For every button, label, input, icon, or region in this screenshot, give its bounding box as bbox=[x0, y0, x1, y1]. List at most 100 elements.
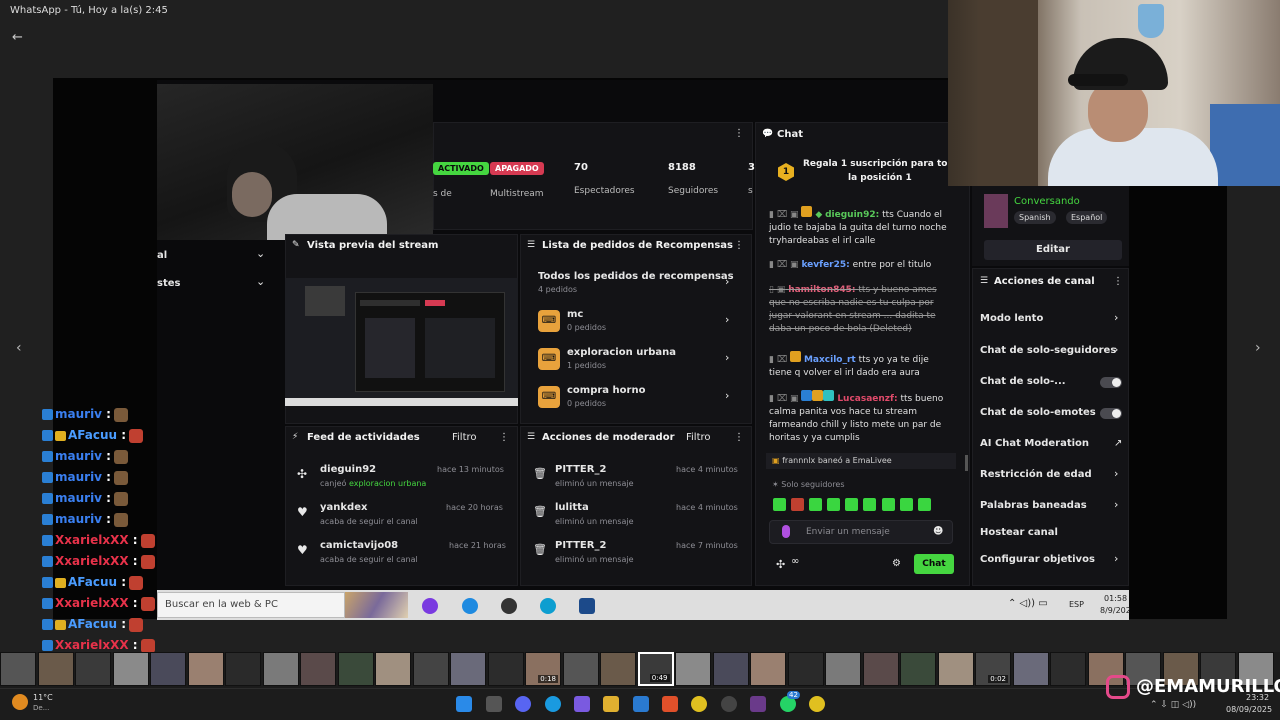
thumbnail[interactable] bbox=[112, 652, 149, 686]
people-icon[interactable]: ✣ bbox=[776, 558, 785, 571]
reward-name[interactable]: mc bbox=[567, 309, 583, 320]
thumbnail[interactable] bbox=[337, 652, 374, 686]
brave-icon[interactable] bbox=[662, 696, 678, 712]
inner-steam-icon[interactable] bbox=[579, 598, 595, 614]
weather-temp[interactable]: 11°C bbox=[33, 693, 53, 702]
gear-icon[interactable]: ⚙ bbox=[892, 558, 901, 569]
action-followers-only[interactable]: Chat de solo-seguidores bbox=[980, 345, 1116, 356]
thumbnail[interactable] bbox=[750, 652, 786, 686]
chrome-icon[interactable] bbox=[691, 696, 707, 712]
action-slow-mode[interactable]: Modo lento bbox=[980, 313, 1043, 324]
more-icon[interactable]: ⋮ bbox=[734, 128, 744, 139]
thumbnail[interactable] bbox=[450, 652, 486, 686]
side-nav-item[interactable]: stes bbox=[157, 278, 180, 289]
reward-name[interactable]: compra horno bbox=[567, 385, 645, 396]
thumbnail[interactable] bbox=[675, 652, 711, 686]
thumbnail[interactable] bbox=[150, 652, 186, 686]
next-arrow-icon[interactable]: › bbox=[1255, 340, 1261, 356]
chevron-right-icon[interactable]: › bbox=[1114, 498, 1118, 511]
all-rewards-label[interactable]: Todos los pedidos de recompensas bbox=[538, 271, 734, 282]
inner-tray-icons[interactable]: ⌃ ◁)) ▭ bbox=[1008, 598, 1048, 609]
thumbnail[interactable] bbox=[900, 652, 936, 686]
emote-only-toggle[interactable] bbox=[1100, 408, 1122, 419]
reward-name[interactable]: exploracion urbana bbox=[567, 347, 676, 358]
thumbnail-strip[interactable]: 0:18 0:49 0:02 bbox=[0, 652, 1280, 688]
folder-icon[interactable] bbox=[603, 696, 619, 712]
edit-button[interactable]: Editar bbox=[984, 240, 1122, 260]
inner-edge-icon[interactable] bbox=[462, 598, 478, 614]
tag[interactable]: Español bbox=[1066, 211, 1108, 224]
edge-icon[interactable] bbox=[545, 696, 561, 712]
action-goals[interactable]: Configurar objetivos bbox=[980, 554, 1095, 565]
send-chat-button[interactable]: Chat bbox=[914, 554, 954, 574]
inner-obs-icon[interactable] bbox=[501, 598, 517, 614]
thumbnail[interactable] bbox=[0, 652, 36, 686]
chevron-right-icon[interactable]: › bbox=[1114, 343, 1118, 356]
tag[interactable]: Spanish bbox=[1014, 211, 1056, 224]
thumbnail[interactable] bbox=[225, 652, 261, 686]
external-link-icon[interactable]: ↗ bbox=[1114, 438, 1122, 449]
back-arrow-icon[interactable]: ← bbox=[12, 30, 28, 46]
thumbnail[interactable] bbox=[187, 652, 224, 686]
thumbnail[interactable] bbox=[787, 652, 824, 686]
chevron-right-icon[interactable]: › bbox=[1114, 311, 1118, 324]
chevron-right-icon[interactable]: › bbox=[1114, 552, 1118, 565]
emoji-icon[interactable]: ☻ bbox=[933, 526, 943, 537]
more-icon[interactable]: ⋮ bbox=[734, 240, 744, 251]
more-icon[interactable]: ⋮ bbox=[499, 432, 509, 443]
thumbnail[interactable] bbox=[37, 652, 74, 686]
thumbnail[interactable] bbox=[712, 652, 749, 686]
thumbnail[interactable] bbox=[1050, 652, 1086, 686]
thumbnail[interactable] bbox=[562, 652, 599, 686]
thumbnail[interactable] bbox=[600, 652, 636, 686]
thumbnail[interactable] bbox=[1012, 652, 1049, 686]
teams-icon[interactable] bbox=[574, 696, 590, 712]
inner-app-icon[interactable] bbox=[422, 598, 438, 614]
chat-scrollbar[interactable] bbox=[965, 455, 968, 471]
action-banned-words[interactable]: Palabras baneadas bbox=[980, 500, 1087, 511]
weather-icon[interactable] bbox=[12, 694, 28, 710]
previous-arrow-icon[interactable]: ‹ bbox=[16, 340, 22, 356]
chat-input-placeholder[interactable]: Enviar un mensaje bbox=[806, 527, 890, 537]
more-icon[interactable]: ⋮ bbox=[734, 432, 744, 443]
sub-only-toggle[interactable] bbox=[1100, 377, 1122, 388]
chrome2-icon[interactable] bbox=[809, 696, 825, 712]
thumbnail[interactable] bbox=[412, 652, 449, 686]
thumbnail[interactable]: 0:49 bbox=[637, 652, 674, 686]
thumbnail[interactable]: 0:02 bbox=[975, 652, 1011, 686]
activity-filter-button[interactable]: Filtro bbox=[452, 432, 477, 443]
thumbnail[interactable] bbox=[825, 652, 861, 686]
mic-icon[interactable] bbox=[782, 525, 790, 538]
chevron-right-icon[interactable]: › bbox=[725, 351, 729, 364]
action-age-restriction[interactable]: Restricción de edad bbox=[980, 469, 1092, 480]
category-name[interactable]: Conversando bbox=[1014, 196, 1080, 207]
more-icon[interactable]: ⋮ bbox=[1113, 276, 1123, 287]
windows-start-icon[interactable] bbox=[456, 696, 472, 712]
thumbnail[interactable] bbox=[375, 652, 411, 686]
thumbnail[interactable] bbox=[300, 652, 336, 686]
thumbnail[interactable] bbox=[75, 652, 111, 686]
thumbnail[interactable] bbox=[937, 652, 974, 686]
obs-icon[interactable] bbox=[721, 696, 737, 712]
inner-search-placeholder[interactable]: Buscar en la web & PC bbox=[165, 599, 278, 610]
chevron-right-icon[interactable]: › bbox=[1114, 467, 1118, 480]
action-sub-only[interactable]: Chat de solo-... bbox=[980, 376, 1066, 387]
tray-icons[interactable]: ⌃ ⇩ ◫ ◁)) bbox=[1150, 700, 1196, 710]
emote-bar[interactable] bbox=[773, 496, 953, 511]
inner-edge2-icon[interactable] bbox=[540, 598, 556, 614]
gift-line-1[interactable]: Regala 1 suscripción para tomar bbox=[803, 159, 967, 169]
chevron-right-icon[interactable]: › bbox=[725, 313, 729, 326]
task-view-icon[interactable] bbox=[486, 696, 502, 712]
thumbnail[interactable] bbox=[262, 652, 299, 686]
action-host-channel[interactable]: Hostear canal bbox=[980, 527, 1058, 538]
chevron-down-icon[interactable]: ⌄ bbox=[256, 275, 265, 288]
thumbnail[interactable]: 0:18 bbox=[525, 652, 561, 686]
side-nav-item[interactable]: al bbox=[157, 250, 167, 261]
chevron-right-icon[interactable]: › bbox=[725, 275, 729, 288]
gift-line-2[interactable]: la posición 1 bbox=[848, 173, 912, 183]
chevron-right-icon[interactable]: › bbox=[725, 389, 729, 402]
thumbnail[interactable] bbox=[487, 652, 524, 686]
chevron-down-icon[interactable]: ⌄ bbox=[256, 247, 265, 260]
store-icon[interactable] bbox=[633, 696, 649, 712]
discord-icon[interactable] bbox=[515, 696, 531, 712]
